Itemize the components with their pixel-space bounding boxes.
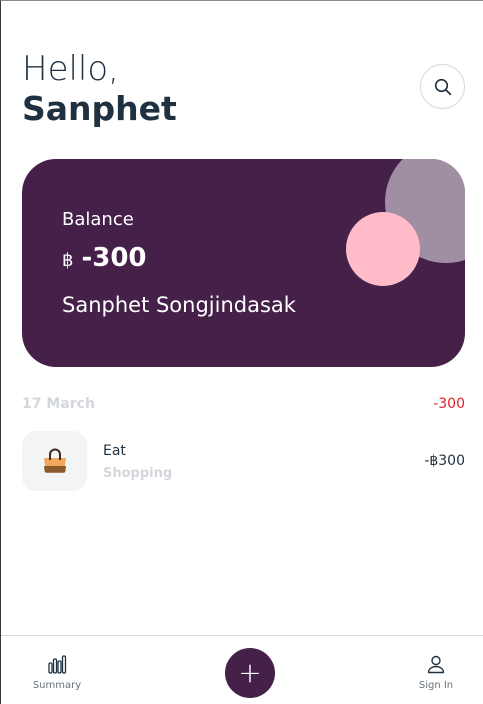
transaction-title: Eat: [103, 443, 126, 459]
nav-summary[interactable]: Summary: [27, 654, 87, 691]
currency-symbol: ฿: [62, 250, 74, 271]
transaction-icon-tile: [22, 431, 87, 491]
bottom-navigation: Summary + Sign In: [1, 635, 483, 704]
transaction-row[interactable]: Eat Shopping -฿300: [22, 431, 465, 491]
day-total: -300: [433, 396, 465, 412]
nav-sign-in-label: Sign In: [418, 680, 454, 691]
greeting: Hello, Sanphet: [22, 49, 177, 129]
search-icon: [434, 78, 451, 95]
transaction-category: Shopping: [103, 466, 173, 481]
app-screen: Hello, Sanphet Balance ฿ -300 Sanphet So…: [0, 0, 483, 704]
balance-card[interactable]: Balance ฿ -300 Sanphet Songjindasak: [22, 159, 465, 367]
add-transaction-button[interactable]: +: [225, 648, 275, 698]
decorative-circle-small: [346, 212, 420, 286]
card-holder-name: Sanphet Songjindasak: [62, 293, 296, 317]
transaction-amount: -฿300: [424, 453, 465, 469]
handbag-icon: [43, 448, 66, 473]
date-label: 17 March: [22, 396, 95, 412]
greeting-text: Hello,: [22, 49, 119, 89]
user-name: Sanphet: [22, 89, 177, 128]
transaction-date-header: 17 March -300: [22, 396, 465, 412]
balance-amount-row: ฿ -300: [62, 243, 147, 273]
user-icon: [427, 655, 445, 674]
balance-value: -300: [81, 243, 147, 273]
nav-sign-in[interactable]: Sign In: [406, 654, 466, 691]
search-button[interactable]: [420, 64, 465, 109]
nav-summary-label: Summary: [32, 680, 82, 691]
bar-chart-icon: [48, 655, 67, 674]
balance-label: Balance: [62, 209, 134, 230]
